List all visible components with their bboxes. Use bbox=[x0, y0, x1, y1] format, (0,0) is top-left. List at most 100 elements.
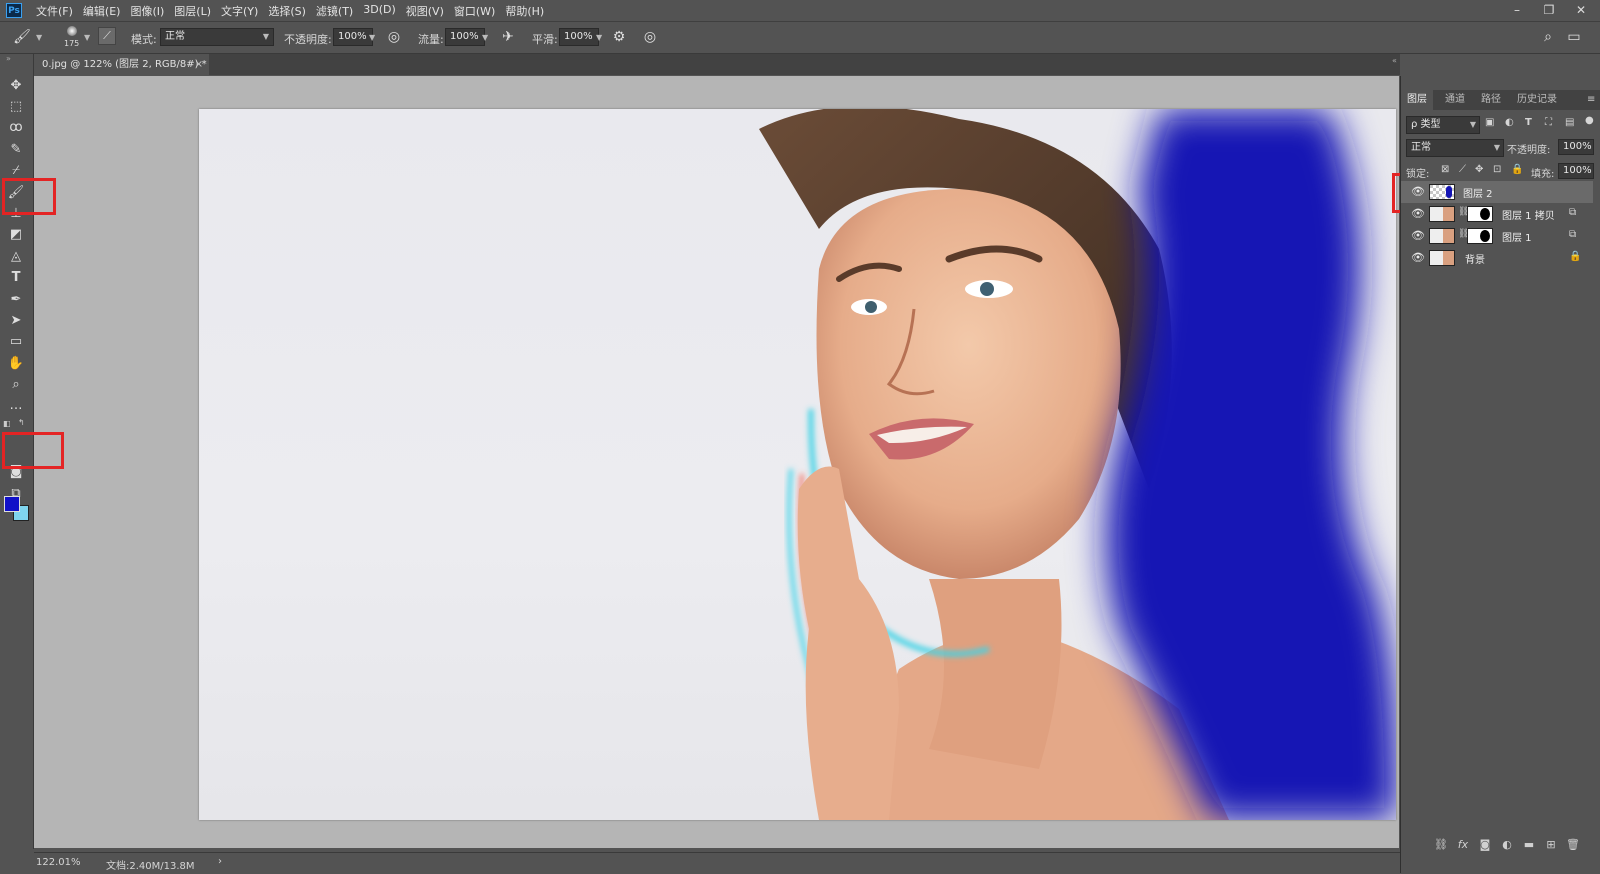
brush-tool-icon[interactable]: 🖌 bbox=[5, 183, 27, 203]
filter-pixel-icon[interactable]: ▣ bbox=[1485, 117, 1494, 128]
blend-mode-select[interactable]: 正常 ▼ bbox=[1406, 139, 1504, 157]
new-layer-icon[interactable]: ⊞ bbox=[1543, 838, 1559, 852]
menu-edit[interactable]: 编辑(E) bbox=[83, 3, 121, 19]
smoothing-field[interactable]: 100% bbox=[559, 28, 599, 46]
filter-shape-icon[interactable]: ⛶ bbox=[1545, 117, 1552, 128]
eyedropper-tool-icon[interactable]: ⌿ bbox=[5, 161, 27, 181]
document-tab[interactable]: 0.jpg @ 122% (图层 2, RGB/8#) * × bbox=[34, 54, 209, 75]
lock-transparent-icon[interactable]: ⊠ bbox=[1441, 164, 1449, 175]
menu-type[interactable]: 文字(Y) bbox=[221, 3, 258, 19]
adjustment-layer-icon[interactable]: ◐ bbox=[1499, 838, 1515, 852]
filter-toggle-icon[interactable]: ● bbox=[1585, 115, 1594, 126]
menu-select[interactable]: 选择(S) bbox=[268, 3, 306, 19]
shape-tool-icon[interactable]: ▭ bbox=[5, 332, 27, 352]
move-tool-icon[interactable]: ✥ bbox=[5, 76, 27, 96]
zoom-level[interactable]: 122.01% bbox=[36, 857, 81, 868]
tab-channels[interactable]: 通道 bbox=[1439, 90, 1471, 110]
marquee-tool-icon[interactable]: ⬚ bbox=[5, 97, 27, 117]
quick-mask-icon[interactable]: ◙ bbox=[5, 462, 27, 482]
panel-collapse-arrows-icon[interactable]: « bbox=[1392, 56, 1397, 65]
airbrush-icon[interactable]: ✈ bbox=[498, 27, 518, 47]
path-select-tool-icon[interactable]: ➤ bbox=[5, 311, 27, 331]
menu-layer[interactable]: 图层(L) bbox=[174, 3, 211, 19]
fx-icon[interactable]: fx bbox=[1455, 838, 1471, 852]
close-tab-icon[interactable]: × bbox=[195, 54, 203, 75]
workspace-icon[interactable]: ▭ bbox=[1564, 27, 1584, 47]
menu-help[interactable]: 帮助(H) bbox=[505, 3, 544, 19]
gear-icon[interactable]: ⚙ bbox=[609, 27, 629, 47]
menu-filter[interactable]: 滤镜(T) bbox=[316, 3, 353, 19]
fill-field[interactable]: 100% bbox=[1558, 163, 1594, 179]
lock-all-icon[interactable]: 🔒 bbox=[1511, 164, 1523, 175]
filter-type-icon[interactable]: T bbox=[1525, 117, 1532, 128]
layer-opacity-field[interactable]: 100% bbox=[1558, 139, 1594, 155]
blend-caret-icon: ▼ bbox=[1493, 143, 1500, 152]
layer-row[interactable]: 👁 ⛓ 图层 1 ⧉ bbox=[1401, 225, 1593, 247]
swap-colors-icon[interactable]: ↰ bbox=[18, 418, 25, 427]
filter-adjustment-icon[interactable]: ◐ bbox=[1505, 117, 1514, 128]
menu-3d[interactable]: 3D(D) bbox=[363, 3, 396, 19]
close-button[interactable]: ✕ bbox=[1572, 2, 1590, 18]
zoom-tool-icon[interactable]: ⌕ bbox=[5, 375, 27, 395]
bucket-tool-icon[interactable]: ◬ bbox=[5, 247, 27, 267]
mode-select[interactable]: 正常 ▼ bbox=[160, 28, 274, 46]
layer-row[interactable]: 👁 图层 2 bbox=[1401, 181, 1593, 203]
filter-smart-icon[interactable]: ▤ bbox=[1565, 117, 1574, 128]
new-group-icon[interactable]: ▬ bbox=[1521, 838, 1537, 852]
menu-image[interactable]: 图像(I) bbox=[130, 3, 164, 19]
eraser-tool-icon[interactable]: ◩ bbox=[5, 225, 27, 245]
minimize-button[interactable]: – bbox=[1508, 2, 1526, 18]
stamp-tool-icon[interactable]: ⊥ bbox=[5, 204, 27, 224]
hand-tool-icon[interactable]: ✋ bbox=[5, 354, 27, 374]
flow-field[interactable]: 100% bbox=[445, 28, 485, 46]
lock-position-icon[interactable]: ✥ bbox=[1475, 164, 1483, 175]
delete-layer-icon[interactable]: 🗑 bbox=[1565, 838, 1581, 852]
fill-label: 填充: bbox=[1531, 169, 1555, 180]
collapse-arrows-icon[interactable]: » bbox=[6, 54, 11, 63]
eye-icon[interactable]: 👁 bbox=[1411, 252, 1425, 264]
document-canvas[interactable] bbox=[199, 109, 1396, 820]
lasso-tool-icon[interactable]: ꝏ bbox=[5, 118, 27, 138]
flow-caret-icon[interactable]: ▼ bbox=[482, 33, 488, 42]
opacity-field[interactable]: 100% bbox=[333, 28, 373, 46]
tab-paths[interactable]: 路径 bbox=[1475, 90, 1507, 110]
layer-row[interactable]: 👁 背景 🔒 bbox=[1401, 247, 1593, 269]
brush-preset-picker[interactable]: 175 bbox=[62, 25, 82, 51]
lock-label: 锁定: bbox=[1406, 169, 1430, 180]
add-mask-icon[interactable]: ◙ bbox=[1477, 838, 1493, 852]
document-tab-title: 0.jpg @ 122% (图层 2, RGB/8#) * bbox=[42, 59, 207, 70]
brush-tool-icon[interactable]: 🖌 bbox=[12, 27, 32, 47]
menu-window[interactable]: 窗口(W) bbox=[454, 3, 495, 19]
pressure-size-icon[interactable]: ◎ bbox=[640, 27, 660, 47]
tab-layers[interactable]: 图层 bbox=[1401, 90, 1433, 110]
layer-row[interactable]: 👁 ⛓ 图层 1 拷贝 ⧉ bbox=[1401, 203, 1593, 225]
lock-artboard-icon[interactable]: ⊡ bbox=[1493, 164, 1501, 175]
lock-pixels-icon[interactable]: ⟋ bbox=[1459, 164, 1466, 175]
eye-icon[interactable]: 👁 bbox=[1411, 208, 1425, 220]
menu-view[interactable]: 视图(V) bbox=[406, 3, 444, 19]
tool-preset-caret-icon[interactable]: ▼ bbox=[36, 33, 42, 42]
link-layers-icon[interactable]: ⛓ bbox=[1433, 838, 1449, 852]
status-menu-arrow-icon[interactable]: › bbox=[218, 856, 222, 867]
menu-file[interactable]: 文件(F) bbox=[36, 3, 73, 19]
eye-icon[interactable]: 👁 bbox=[1411, 230, 1425, 242]
opacity-caret-icon[interactable]: ▼ bbox=[369, 33, 375, 42]
quick-select-tool-icon[interactable]: ✎ bbox=[5, 140, 27, 160]
screen-mode-icon[interactable]: ⧉ bbox=[5, 484, 27, 504]
panel-menu-icon[interactable]: ≡ bbox=[1587, 94, 1595, 105]
search-icon[interactable]: ⌕ bbox=[1538, 27, 1558, 47]
pressure-opacity-icon[interactable]: ◎ bbox=[384, 27, 404, 47]
pen-tool-icon[interactable]: ✒ bbox=[5, 290, 27, 310]
lock-icon[interactable]: 🔒 bbox=[1569, 251, 1581, 262]
brush-settings-panel-icon[interactable]: ⟋ bbox=[98, 27, 116, 45]
eye-icon[interactable]: 👁 bbox=[1411, 186, 1425, 198]
restore-button[interactable]: ❐ bbox=[1540, 2, 1558, 18]
tab-history[interactable]: 历史记录 bbox=[1511, 90, 1563, 110]
more-tools-icon[interactable]: … bbox=[5, 396, 27, 416]
layer-filter-select[interactable]: ρ 类型 ▼ bbox=[1406, 116, 1480, 134]
smoothing-caret-icon[interactable]: ▼ bbox=[596, 33, 602, 42]
neck-shape bbox=[929, 579, 1062, 769]
default-colors-icon[interactable]: ◧ bbox=[3, 419, 11, 428]
type-tool-icon[interactable]: T bbox=[5, 268, 27, 288]
brush-preset-caret-icon[interactable]: ▼ bbox=[84, 33, 90, 42]
